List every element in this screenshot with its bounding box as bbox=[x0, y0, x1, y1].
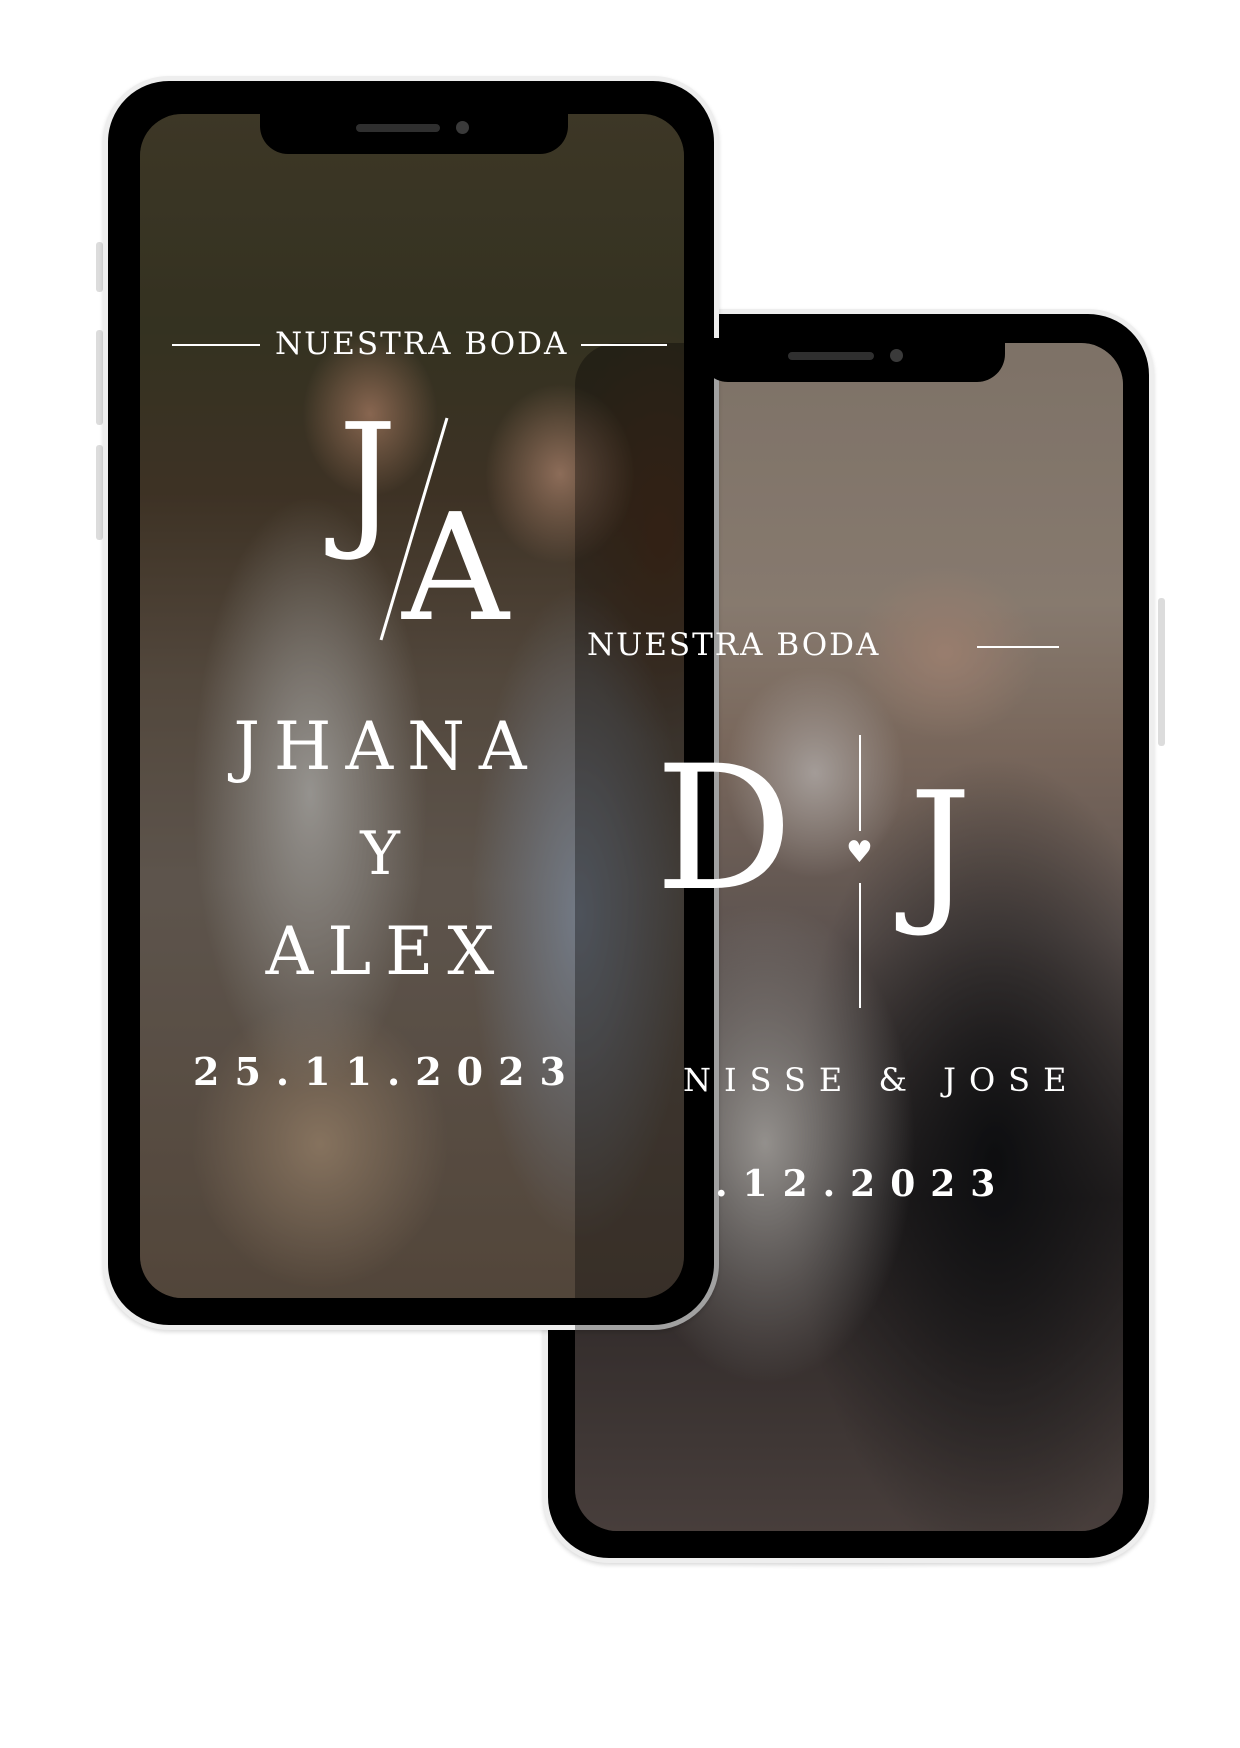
left-phone-volume-down bbox=[96, 445, 103, 540]
phone-left-speaker bbox=[356, 124, 440, 132]
phone-left-screen: NUESTRA BODA J A JHANA Y ALEX 25.11.2023 bbox=[140, 114, 684, 1298]
phone-right-notch bbox=[700, 338, 1005, 382]
phone-right-names: NISSE & JOSE bbox=[683, 1061, 1080, 1099]
phone-left-header-line-right bbox=[581, 344, 667, 346]
left-phone-volume-up bbox=[96, 330, 103, 425]
phone-left-content: NUESTRA BODA J A JHANA Y ALEX 25.11.2023 bbox=[140, 114, 684, 1298]
phone-left-name-second: ALEX bbox=[265, 913, 509, 990]
monogram-divider-bottom bbox=[859, 883, 861, 1008]
phone-left-date: 25.11.2023 bbox=[193, 1049, 581, 1094]
phone-left-notch bbox=[260, 110, 568, 154]
phone-right-camera bbox=[890, 349, 903, 362]
phone-left-camera bbox=[456, 121, 469, 134]
heart-icon: ♥ bbox=[846, 835, 873, 870]
phone-right-monogram-second: J bbox=[909, 758, 972, 940]
left-phone-mute-switch bbox=[96, 242, 103, 292]
phone-left-header-line-left bbox=[172, 344, 260, 346]
phone-left: NUESTRA BODA J A JHANA Y ALEX 25.11.2023 bbox=[103, 76, 719, 1330]
phone-left-monogram-second: A bbox=[402, 482, 509, 654]
phone-right-speaker bbox=[788, 352, 874, 360]
phone-left-connector: Y bbox=[360, 819, 414, 889]
phone-right-header-line bbox=[977, 646, 1059, 648]
monogram-divider-top bbox=[859, 735, 861, 831]
phone-left-header: NUESTRA BODA bbox=[275, 326, 569, 362]
phone-right-date: .12.2023 bbox=[715, 1163, 1011, 1205]
right-phone-side-button bbox=[1158, 598, 1165, 746]
phone-left-name-first: JHANA bbox=[233, 708, 541, 785]
